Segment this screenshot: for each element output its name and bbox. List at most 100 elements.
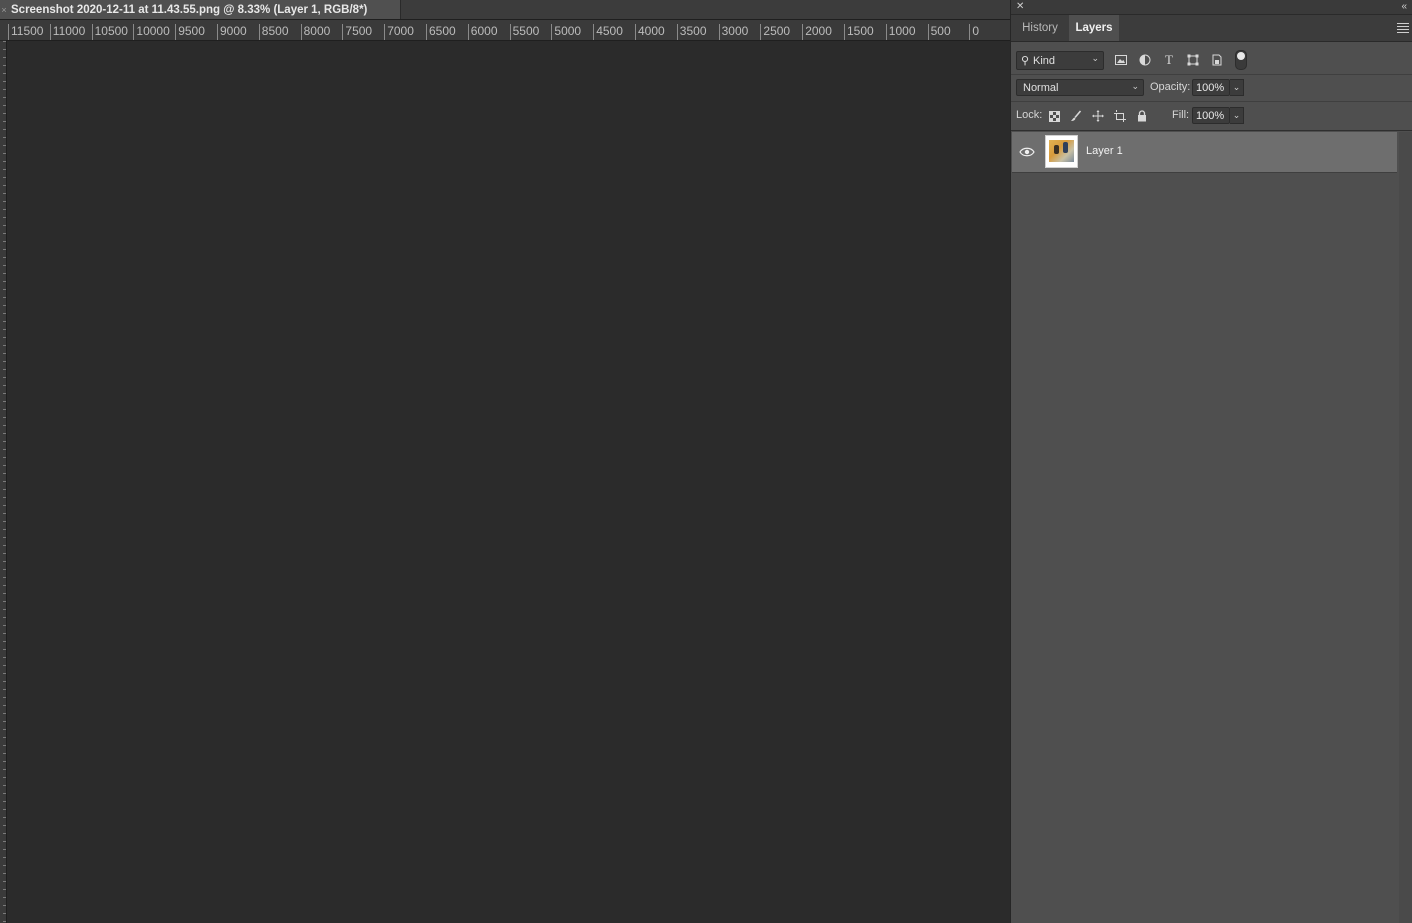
ruler-tick-label: 500 [930,24,951,38]
ruler-major-tick [885,24,887,40]
ruler-major-tick [384,24,386,40]
lock-label: Lock: [1016,109,1043,121]
close-tab-icon[interactable]: × [0,0,8,19]
ruler-tick-label: 3500 [679,24,707,38]
ruler-tick-label: 6500 [429,24,456,38]
ruler-tick-label: 2000 [805,24,832,38]
close-panel-icon[interactable]: ✕ [1016,0,1024,14]
ruler-tick-label: 6000 [470,24,498,38]
ruler-major-tick [8,24,9,40]
ruler-major-tick [467,24,469,40]
ruler-tick-label: 4500 [596,24,623,38]
panel-menu-icon[interactable] [1397,21,1409,35]
layer-filter-row: ⚲ Kind ⌄ T [1011,44,1412,75]
filter-kind-select[interactable]: ⚲ Kind ⌄ [1016,51,1104,70]
photoshop-window: × Screenshot 2020-12-11 at 11.43.55.png … [0,0,1412,923]
ruler-tick-label: 3000 [721,24,749,38]
adjustment-layer-filter-icon[interactable] [1137,52,1153,68]
layer-thumbnail[interactable] [1045,135,1078,168]
ruler-major-tick [969,24,971,40]
ruler-tick-label: 8000 [303,24,331,38]
ruler-tick-label: 8500 [261,24,289,38]
vertical-ruler[interactable] [0,41,7,923]
panel-scrollbar[interactable] [1399,132,1412,923]
ruler-major-tick [802,24,804,40]
panel-title-strip: ✕ « [1011,0,1412,15]
ruler-tick-label: 0 [972,24,980,38]
opacity-label: Opacity: [1150,81,1191,93]
blend-opacity-row: Normal ⌄ Opacity: 100% ⌄ [1011,75,1412,102]
ruler-major-tick [676,24,678,40]
ruler-major-tick [635,24,636,40]
ruler-major-tick [175,24,177,40]
chevron-down-icon: ⌄ [1131,81,1139,91]
ruler-major-tick [509,24,511,40]
thumbnail-image [1049,140,1074,162]
ruler-major-tick [49,24,51,40]
search-icon: ⚲ [1020,55,1030,67]
opacity-dropdown-icon[interactable]: ⌄ [1230,79,1244,96]
thumbnail-figure [1054,145,1059,154]
visibility-eye-icon[interactable] [1019,145,1035,159]
ruler-major-tick [300,24,302,40]
lock-image-pixels-icon[interactable] [1068,108,1084,124]
lock-fill-row: Lock: Fill: 100% ⌄ [1011,102,1412,131]
lock-all-icon[interactable] [1134,108,1150,124]
ruler-tick-label: 10500 [94,24,128,38]
ruler-tick-label: 11000 [52,24,86,38]
lock-artboard-icon[interactable] [1112,108,1128,124]
ruler-tick-label: 5000 [554,24,582,38]
layers-panel: ✕ « History Layers ⚲ Kind ⌄ T Normal ⌄ O… [1010,0,1412,923]
document-tab-bar: × Screenshot 2020-12-11 at 11.43.55.png … [0,0,1010,20]
ruler-major-tick [426,24,427,40]
document-canvas[interactable] [7,41,1010,923]
layer-name[interactable]: Layer 1 [1086,145,1123,157]
ruler-major-tick [760,24,762,40]
thumbnail-figure [1063,142,1068,153]
ruler-tick-label: 4000 [638,24,665,38]
layer-row[interactable]: Layer 1 [1012,132,1397,173]
lock-transparent-pixels-icon[interactable] [1046,108,1062,124]
smart-object-filter-icon[interactable] [1209,52,1225,68]
ruler-tick-label: 1500 [847,24,874,38]
filter-toggle-switch[interactable] [1235,50,1247,70]
fill-input[interactable]: 100% [1192,107,1230,124]
fill-label: Fill: [1172,109,1190,121]
ruler-tick-label: 7000 [387,24,414,38]
chevron-down-icon: ⌄ [1091,53,1099,63]
shape-layer-filter-icon[interactable] [1185,52,1201,68]
ruler-tick-label: 5500 [512,24,540,38]
filter-kind-label: Kind [1033,54,1056,67]
lock-position-icon[interactable] [1090,108,1106,124]
ruler-major-tick [927,24,929,40]
ruler-tick-label: 10000 [136,24,170,38]
ruler-tick-label: 9000 [220,24,247,38]
type-layer-filter-icon[interactable]: T [1161,52,1177,68]
ruler-tick-label: 2500 [763,24,791,38]
ruler-major-tick [342,24,344,40]
ruler-tick-label: 11500 [11,24,44,38]
ruler-tick-label: 7500 [345,24,373,38]
ruler-major-tick [258,24,260,40]
blend-mode-value: Normal [1023,81,1059,94]
ruler-major-tick [593,24,595,40]
horizontal-ruler[interactable]: 11500 11000 10500 10000 9500 9000 8500 8000 7500… [6,20,1010,41]
ruler-tick-label: 9500 [178,24,205,38]
ruler-major-tick [133,24,135,40]
opacity-input[interactable]: 100% [1192,79,1230,96]
document-tab[interactable]: × Screenshot 2020-12-11 at 11.43.55.png … [0,0,401,19]
blend-mode-select[interactable]: Normal ⌄ [1016,79,1144,96]
panel-tab-bar: History Layers [1011,15,1412,42]
ruler-major-tick [551,24,553,40]
ruler-tick-label: 1000 [888,24,916,38]
fill-dropdown-icon[interactable]: ⌄ [1230,107,1244,124]
ruler-major-tick [91,24,93,40]
collapse-panel-icon[interactable]: « [1401,0,1407,14]
tab-layers[interactable]: Layers [1069,15,1119,41]
ruler-major-tick [217,24,218,40]
document-tab-title: Screenshot 2020-12-11 at 11.43.55.png @ … [11,3,368,16]
pixel-layer-filter-icon[interactable] [1113,52,1129,68]
ruler-major-tick [718,24,720,40]
tab-history[interactable]: History [1013,15,1067,41]
ruler-major-tick [844,24,845,40]
